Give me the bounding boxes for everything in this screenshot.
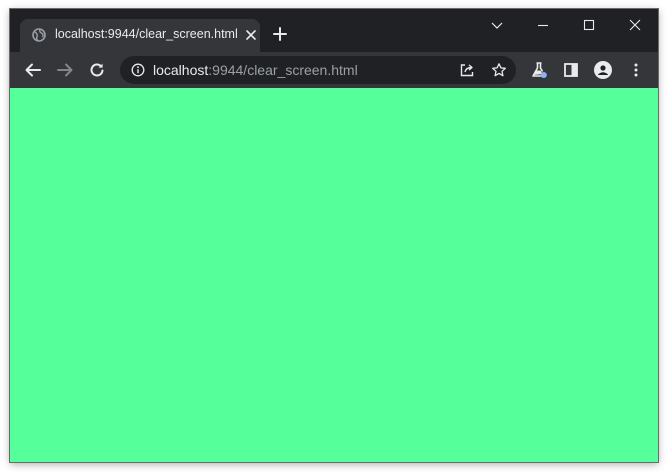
close-window-icon[interactable] [625,15,645,35]
minimize-icon[interactable] [533,15,553,35]
star-icon[interactable] [491,62,507,78]
toolbar: localhost:9944/clear_screen.html [10,52,658,88]
chevron-down-icon[interactable] [487,15,507,35]
page-viewport[interactable] [10,88,658,462]
maximize-icon[interactable] [579,15,599,35]
share-icon[interactable] [459,62,475,78]
flask-icon[interactable] [530,61,548,79]
close-tab-icon[interactable] [244,28,258,42]
browser-window: localhost:9944/clear_screen.html localho… [10,9,658,462]
back-arrow-icon[interactable] [24,61,42,79]
plus-icon[interactable] [272,26,288,42]
tab-strip: localhost:9944/clear_screen.html [10,9,658,52]
tab-active[interactable]: localhost:9944/clear_screen.html [20,19,260,52]
info-icon[interactable] [131,63,145,77]
url-text: localhost:9944/clear_screen.html [153,62,358,78]
tab-title: localhost:9944/clear_screen.html [55,27,238,41]
globe-icon [32,28,46,42]
kebab-menu-icon[interactable] [627,61,645,79]
url-host: localhost [153,62,209,78]
url-path: :9944/clear_screen.html [208,62,358,78]
side-panel-icon[interactable] [562,61,580,79]
forward-arrow-icon[interactable] [56,61,74,79]
profile-icon[interactable] [594,61,612,79]
reload-icon[interactable] [88,61,106,79]
address-bar[interactable]: localhost:9944/clear_screen.html [120,56,516,84]
